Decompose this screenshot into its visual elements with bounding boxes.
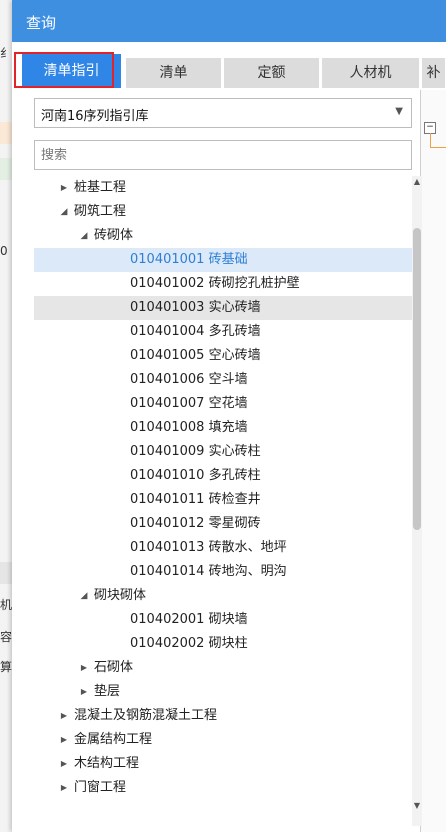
tree-node-label: 混凝土及钢筋混凝土工程 — [74, 708, 218, 723]
tree-node[interactable]: 010401008 填充墙 — [34, 416, 412, 440]
expanded-triangle-icon[interactable]: ◢ — [78, 584, 90, 608]
tab-quota[interactable]: 定额 — [224, 58, 320, 88]
tree-node-label: 石砌体 — [94, 660, 134, 675]
tree-node[interactable]: 010401013 砖散水、地坪 — [34, 536, 412, 560]
background-text: 算 — [0, 660, 13, 674]
tree-node-label: 010401013 砖散水、地坪 — [130, 540, 287, 555]
tree-node[interactable]: 010402001 砌块墙 — [34, 608, 412, 632]
tree-node-label: 砖砌体 — [94, 228, 134, 243]
tree-node-label: 010401004 多孔砖墙 — [130, 324, 261, 339]
tree-node[interactable]: ▶ 木结构工程 — [34, 752, 412, 776]
tree-node[interactable]: ◢ 砖砌体 — [34, 224, 412, 248]
tree-node-label: 桩基工程 — [74, 180, 127, 195]
tree-node-label: 010402002 砌块柱 — [130, 636, 248, 651]
tab-bar: 清单指引 清单 定额 人材机 补 — [12, 52, 446, 90]
background-strip — [0, 562, 12, 584]
scroll-down-arrow-icon[interactable]: ▼ — [412, 800, 422, 812]
collapsed-triangle-icon[interactable]: ▶ — [58, 704, 70, 728]
tree-node-label: 010401014 砖地沟、明沟 — [130, 564, 287, 579]
tab-list[interactable]: 清单 — [126, 58, 222, 88]
tree-node-label: 砌块砌体 — [94, 588, 147, 603]
dialog-title: 查询 — [26, 14, 57, 32]
tab-list-guide[interactable]: 清单指引 — [22, 54, 122, 88]
tree-node[interactable]: ▶ 混凝土及钢筋混凝土工程 — [34, 704, 412, 728]
tree-node-label: 010401011 砖检查井 — [130, 492, 261, 507]
tree-node-label: 金属结构工程 — [74, 732, 153, 747]
tree-node-label: 砌筑工程 — [74, 204, 127, 219]
collapsed-triangle-icon[interactable]: ▶ — [78, 680, 90, 704]
background-text: 0 — [0, 244, 8, 258]
tree-node-label: 010401010 多孔砖柱 — [130, 468, 261, 483]
tree-node-label: 010401008 填充墙 — [130, 420, 248, 435]
collapsed-triangle-icon[interactable]: ▶ — [78, 656, 90, 680]
tree-node[interactable]: 010401004 多孔砖墙 — [34, 320, 412, 344]
background-strip — [0, 158, 12, 180]
dialog-titlebar[interactable]: 查询 — [12, 0, 446, 42]
background-text: 容 — [0, 630, 13, 644]
tree-node[interactable]: 010402002 砌块柱 — [34, 632, 412, 656]
tree-node[interactable]: ◢ 砌块砌体 — [34, 584, 412, 608]
tree-node[interactable]: 010401010 多孔砖柱 — [34, 464, 412, 488]
detail-panel — [421, 90, 446, 832]
scroll-up-arrow-icon[interactable]: ▲ — [412, 176, 422, 188]
query-dialog: 查询 清单指引 清单 定额 人材机 补 − 河南16序列指引库 ▼ ▶桩基工程◢… — [12, 0, 446, 832]
tree-node[interactable]: 010401009 实心砖柱 — [34, 440, 412, 464]
tree-connector — [430, 133, 446, 148]
tree-node-label: 010401002 砖砌挖孔桩护壁 — [130, 276, 300, 291]
tree-node-label: 010401005 空心砖墙 — [130, 348, 261, 363]
tree-node-label: 木结构工程 — [74, 756, 140, 771]
tree-node[interactable]: 010401006 空斗墙 — [34, 368, 412, 392]
background-text: 机 — [0, 598, 13, 612]
tree-node[interactable]: ◢ 砌筑工程 — [34, 200, 412, 224]
tree-node[interactable]: 010401014 砖地沟、明沟 — [34, 560, 412, 584]
background-text: 纟 — [0, 46, 13, 60]
tree-node-label: 门窗工程 — [74, 780, 127, 795]
tree-node[interactable]: ▶ 金属结构工程 — [34, 728, 412, 752]
tree-node-label: 010401003 实心砖墙 — [130, 300, 261, 315]
tree-node[interactable]: ▶ 石砌体 — [34, 656, 412, 680]
tree-node-label: 010401012 零星砌砖 — [130, 516, 261, 531]
tree-node-label: 010401009 实心砖柱 — [130, 444, 261, 459]
tree-node[interactable]: 010401003 实心砖墙 — [34, 296, 412, 320]
tree-node-label: 010401006 空斗墙 — [130, 372, 248, 387]
tab-supplement[interactable]: 补 — [422, 58, 446, 88]
tree-node[interactable]: 010401011 砖检查井 — [34, 488, 412, 512]
tab-labor-material-machine[interactable]: 人材机 — [322, 58, 420, 88]
tree-node-label: 垫层 — [94, 684, 121, 699]
tree-node[interactable]: 010401007 空花墙 — [34, 392, 412, 416]
background-strip — [0, 122, 12, 144]
tree-node[interactable]: 010401002 砖砌挖孔桩护壁 — [34, 272, 412, 296]
collapsed-triangle-icon[interactable]: ▶ — [58, 776, 70, 800]
collapsed-triangle-icon[interactable]: ▶ — [58, 728, 70, 752]
tree-node-label: 010401007 空花墙 — [130, 396, 248, 411]
tree-node[interactable]: 010401005 空心砖墙 — [34, 344, 412, 368]
tree-node-label: 010402001 砌块墙 — [130, 612, 248, 627]
search-input[interactable] — [34, 140, 412, 170]
collapsed-triangle-icon[interactable]: ▶ — [58, 176, 70, 200]
tree-node-label: 010401001 砖基础 — [130, 252, 248, 267]
library-select-value: 河南16序列指引库 — [41, 109, 149, 124]
tree-node[interactable]: 010401012 零星砌砖 — [34, 512, 412, 536]
collapsed-triangle-icon[interactable]: ▶ — [58, 752, 70, 776]
expanded-triangle-icon[interactable]: ◢ — [78, 224, 90, 248]
tree-node[interactable]: ▶ 垫层 — [34, 680, 412, 704]
tree-node[interactable]: ▶ 门窗工程 — [34, 776, 412, 800]
expanded-triangle-icon[interactable]: ◢ — [58, 200, 70, 224]
scroll-thumb[interactable] — [413, 228, 421, 530]
library-select[interactable]: 河南16序列指引库 ▼ — [34, 98, 412, 128]
tree-node[interactable]: 010401001 砖基础 — [34, 248, 412, 272]
chevron-down-icon: ▼ — [395, 106, 403, 117]
tree-node[interactable]: ▶ 桩基工程 — [34, 176, 412, 200]
guide-tree: ▶ 桩基工程 ◢ 砌筑工程 ◢ 砖砌体 010401001 砖基础 010401002 砖砌挖… — [34, 176, 412, 826]
